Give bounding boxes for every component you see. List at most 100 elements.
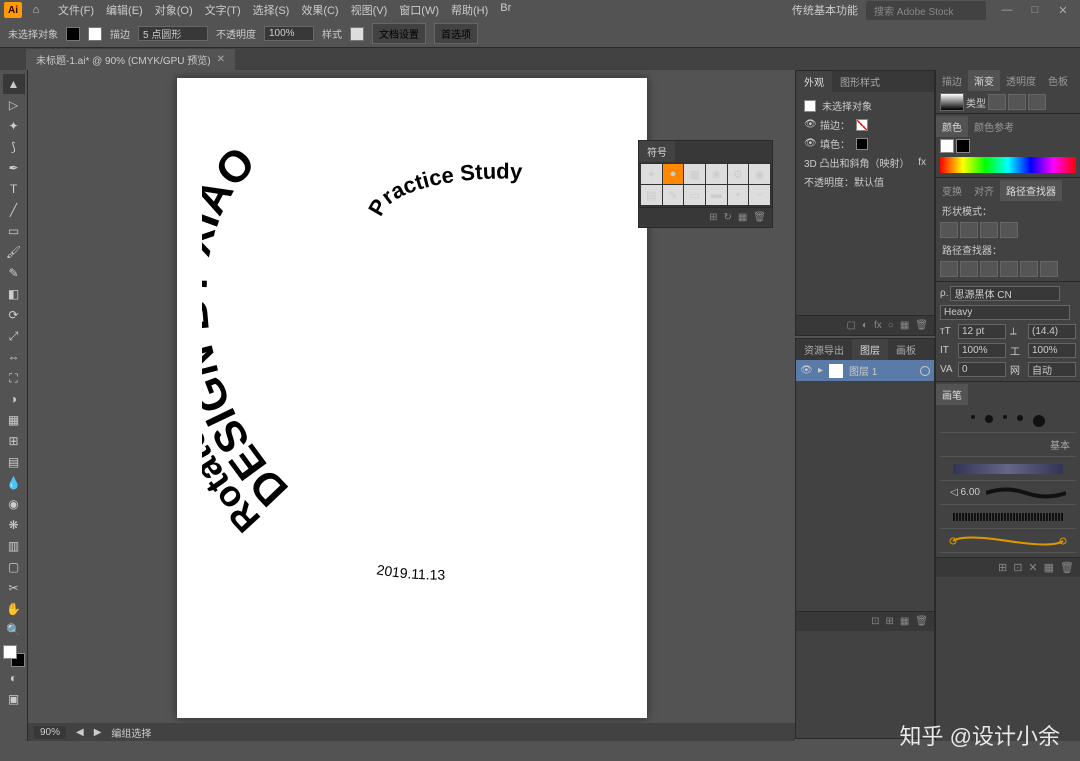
font-family-input[interactable] (950, 286, 1060, 301)
swatches-tab[interactable]: 色板 (1042, 70, 1074, 91)
blend-tool[interactable]: ◉ (3, 494, 25, 514)
rectangle-tool[interactable]: ▭ (3, 221, 25, 241)
type-tool[interactable]: T (3, 179, 25, 199)
document-tab[interactable]: 未标题-1.ai* @ 90% (CMYK/GPU 预览) ✕ (26, 49, 235, 70)
brush-item[interactable]: 基本 (940, 433, 1076, 457)
panel-icon[interactable]: ◐ (862, 320, 868, 331)
transparency-tab[interactable]: 透明度 (1000, 70, 1042, 91)
menu-object[interactable]: 对象(O) (151, 0, 197, 20)
gradient-swatch[interactable] (940, 93, 964, 111)
trim-icon[interactable] (960, 261, 978, 277)
intersect-icon[interactable] (980, 222, 998, 238)
panel-icon[interactable]: ⊞ (885, 616, 893, 627)
brush-item[interactable] (940, 457, 1076, 481)
layer-target-icon[interactable] (920, 366, 930, 376)
color-bg-swatch[interactable] (956, 139, 970, 153)
library-icon[interactable]: ⊞ (998, 561, 1007, 574)
eyedropper-tool[interactable]: 💧 (3, 473, 25, 493)
expand-icon[interactable]: ▸ (818, 365, 823, 376)
search-input[interactable]: 搜索 Adobe Stock (866, 1, 986, 20)
asset-export-tab[interactable]: 资源导出 (796, 339, 852, 360)
artboards-tab[interactable]: 画板 (888, 339, 924, 360)
close-button[interactable]: ✕ (1050, 2, 1076, 18)
radial-gradient-icon[interactable] (1008, 94, 1026, 110)
exclude-icon[interactable] (1000, 222, 1018, 238)
options-icon[interactable]: ✕ (1028, 561, 1037, 574)
menu-effect[interactable]: 效果(C) (297, 0, 342, 20)
fx-icon[interactable]: fx (918, 157, 926, 168)
graph-tool[interactable]: ▥ (3, 536, 25, 556)
unite-icon[interactable] (940, 222, 958, 238)
layers-panel[interactable]: 资源导出 图层 画板 👁 ▸ 图层 1 ⊡ ⊞ ▦ 🗑 (795, 338, 935, 739)
layers-tab[interactable]: 图层 (852, 339, 888, 360)
tab-close-icon[interactable]: ✕ (217, 54, 225, 65)
artboard-tool[interactable]: ▢ (3, 557, 25, 577)
zoom-level[interactable]: 90% (34, 726, 66, 739)
color-fg-swatch[interactable] (940, 139, 954, 153)
menu-edit[interactable]: 编辑(E) (102, 0, 147, 20)
freeform-gradient-icon[interactable] (1028, 94, 1046, 110)
eraser-tool[interactable]: ◧ (3, 284, 25, 304)
style-swatch[interactable] (350, 27, 364, 41)
brush-item[interactable] (940, 529, 1076, 553)
panel-icon[interactable]: ⊡ (871, 616, 879, 627)
panel-icon[interactable]: ⊡ (1013, 561, 1022, 574)
stroke-none-swatch[interactable] (856, 119, 868, 131)
pen-tool[interactable]: ✒ (3, 158, 25, 178)
free-transform-tool[interactable]: ⛶ (3, 368, 25, 388)
menu-type[interactable]: 文字(T) (201, 0, 245, 20)
menu-select[interactable]: 选择(S) (249, 0, 294, 20)
align-tab[interactable]: 对齐 (968, 180, 1000, 201)
menu-bridge[interactable]: Br (496, 0, 515, 20)
lasso-tool[interactable]: ⟆ (3, 137, 25, 157)
zoom-tool[interactable]: 🔍 (3, 620, 25, 640)
appearance-tab[interactable]: 外观 (796, 71, 832, 92)
nav-prev-icon[interactable]: ◀ (76, 727, 84, 738)
divide-icon[interactable] (940, 261, 958, 277)
font-size-input[interactable] (958, 324, 1006, 339)
trash-icon[interactable]: 🗑 (753, 212, 766, 223)
workspace-switcher[interactable]: 传统基本功能 (792, 2, 858, 18)
fx-icon[interactable]: fx (874, 320, 882, 331)
tracking-input[interactable] (1028, 362, 1076, 377)
color-tab[interactable]: 颜色 (936, 116, 968, 137)
fill-color-swatch[interactable] (3, 645, 17, 659)
symbol-item[interactable]: ❀ (706, 164, 727, 184)
kerning-input[interactable] (958, 362, 1006, 377)
screen-mode-icon[interactable]: ▣ (3, 689, 25, 709)
nav-next-icon[interactable]: ▶ (94, 727, 102, 738)
crop-icon[interactable] (1000, 261, 1018, 277)
transform-tab[interactable]: 变换 (936, 180, 968, 201)
symbol-item[interactable]: ▭ (684, 185, 705, 205)
symbol-item[interactable]: ▬ (706, 185, 727, 205)
scale-tool[interactable]: ⤢ (3, 326, 25, 346)
symbol-item[interactable]: ● (663, 164, 684, 184)
color-guide-tab[interactable]: 颜色参考 (968, 116, 1020, 137)
symbol-item[interactable]: ✎ (663, 185, 684, 205)
menu-help[interactable]: 帮助(H) (447, 0, 492, 20)
visibility-icon[interactable]: 👁 (804, 119, 814, 130)
opacity-input[interactable] (264, 26, 314, 41)
magic-wand-tool[interactable]: ✦ (3, 116, 25, 136)
fill-black-swatch[interactable] (856, 138, 868, 150)
fill-stroke-swatches[interactable] (3, 645, 25, 667)
direct-selection-tool[interactable]: ▷ (3, 95, 25, 115)
rotate-tool[interactable]: ⟳ (3, 305, 25, 325)
gradient-tab[interactable]: 渐变 (968, 70, 1000, 91)
prefs-button[interactable]: 首选项 (434, 23, 478, 44)
line-tool[interactable]: ╱ (3, 200, 25, 220)
layer-name[interactable]: 图层 1 (849, 363, 877, 378)
new-layer-icon[interactable]: ▦ (900, 616, 909, 627)
canvas-area[interactable]: Rotate text effect DESIGN BY XIAO Practi… (28, 70, 795, 741)
symbol-sprayer-tool[interactable]: ❋ (3, 515, 25, 535)
font-weight-input[interactable] (940, 305, 1070, 320)
symbol-item[interactable]: ◉ (749, 164, 770, 184)
perspective-tool[interactable]: ▦ (3, 410, 25, 430)
appearance-panel[interactable]: 外观 图形样式 未选择对象 👁描边： 👁填色： 3D 凸出和斜角（映射）fx 不… (795, 70, 935, 336)
width-tool[interactable]: ⇔ (3, 347, 25, 367)
symbol-item[interactable]: ▤ (641, 185, 662, 205)
visibility-icon[interactable]: 👁 (800, 365, 812, 376)
shape-builder-tool[interactable]: ◑ (3, 389, 25, 409)
brushes-tab[interactable]: 画笔 (936, 384, 968, 405)
hand-tool[interactable]: ✋ (3, 599, 25, 619)
